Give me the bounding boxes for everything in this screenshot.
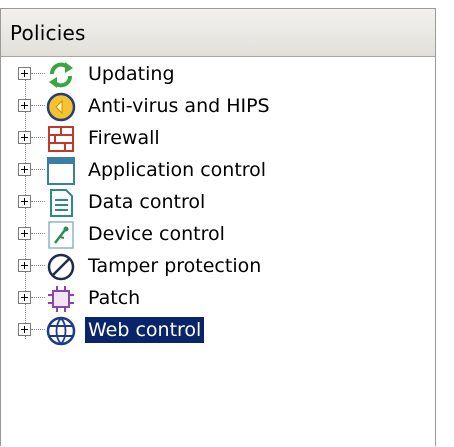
tree-item-label[interactable]: Device control	[85, 221, 228, 247]
policies-panel: Policies Updating Anti-virus and HIPS Fi…	[0, 8, 436, 446]
expand-icon[interactable]	[18, 323, 31, 336]
data-control-icon	[50, 189, 73, 217]
policies-tree: Updating Anti-virus and HIPS Firewall Ap…	[1, 57, 435, 447]
expand-icon[interactable]	[18, 259, 31, 272]
patch-icon	[48, 286, 74, 312]
web-control-icon	[46, 316, 76, 346]
tree-item-label[interactable]: Patch	[85, 285, 143, 311]
tree-item-patch[interactable]: Patch	[1, 283, 435, 315]
tree-connector	[31, 201, 45, 202]
tree-item-application-control[interactable]: Application control	[1, 155, 435, 187]
expand-icon[interactable]	[18, 227, 31, 240]
tree-item-label[interactable]: Anti-virus and HIPS	[85, 93, 273, 119]
panel-title: Policies	[10, 20, 86, 45]
tree-item-label[interactable]: Application control	[85, 157, 269, 183]
updating-icon	[49, 62, 73, 88]
tamper-protection-icon	[47, 253, 75, 281]
tree-item-label[interactable]: Data control	[85, 189, 208, 215]
tree-item-tamper-protection[interactable]: Tamper protection	[1, 251, 435, 283]
device-control-icon	[48, 221, 74, 249]
tree-item-device-control[interactable]: Device control	[1, 219, 435, 251]
tree-connector	[31, 169, 45, 170]
expand-icon[interactable]	[18, 163, 31, 176]
tree-item-web-control[interactable]: Web control	[1, 315, 435, 347]
tree-connector	[31, 297, 45, 298]
tree-item-label[interactable]: Web control	[85, 317, 205, 343]
panel-header[interactable]: Policies	[1, 9, 435, 57]
expand-icon[interactable]	[18, 67, 31, 80]
tree-connector	[31, 233, 45, 234]
tree-item-data-control[interactable]: Data control	[1, 187, 435, 219]
tree-item-anti-virus[interactable]: Anti-virus and HIPS	[1, 91, 435, 123]
tree-item-firewall[interactable]: Firewall	[1, 123, 435, 155]
tree-connector	[31, 265, 45, 266]
panel-edge	[436, 0, 454, 446]
tree-item-label[interactable]: Tamper protection	[85, 253, 264, 279]
expand-icon[interactable]	[18, 99, 31, 112]
tree-item-updating[interactable]: Updating	[1, 59, 435, 91]
expand-icon[interactable]	[18, 291, 31, 304]
application-control-icon	[47, 157, 75, 185]
anti-virus-icon	[46, 92, 76, 122]
tree-connector	[31, 105, 45, 106]
tree-item-label[interactable]: Updating	[85, 61, 178, 87]
tree-connector	[31, 137, 45, 138]
tree-item-label[interactable]: Firewall	[85, 125, 163, 151]
firewall-icon	[48, 126, 74, 152]
expand-icon[interactable]	[18, 131, 31, 144]
tree-connector	[31, 329, 45, 330]
expand-icon[interactable]	[18, 195, 31, 208]
tree-connector	[31, 73, 45, 74]
